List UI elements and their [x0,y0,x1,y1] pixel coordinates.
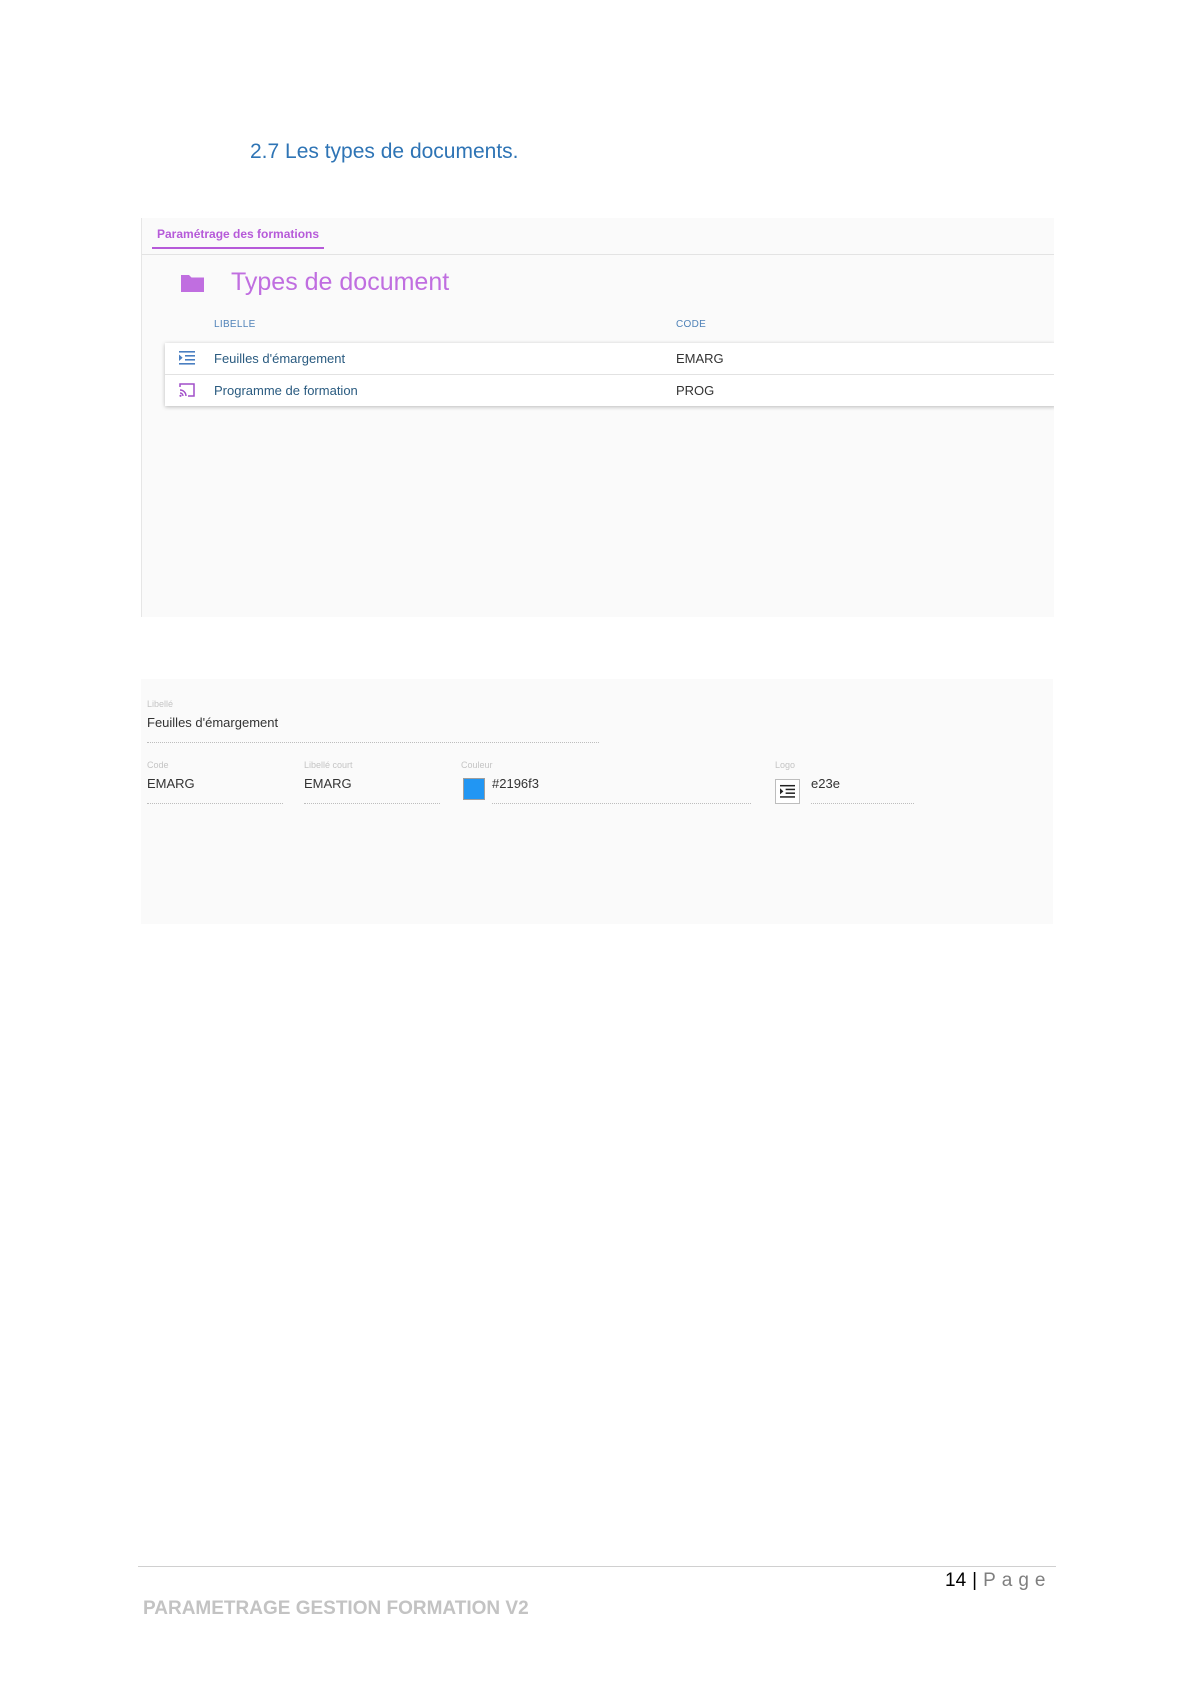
row-label: Feuilles d'émargement [214,351,346,366]
page-number-value: 14 [945,1570,967,1591]
page-separator: | [972,1570,978,1591]
logo-underline [811,803,914,804]
format-indent-icon [780,784,795,798]
code-underline [147,803,283,804]
column-header-libelle[interactable]: LIBELLE [214,319,256,330]
libelle-court-input[interactable] [304,776,440,791]
footer-divider [138,1566,1056,1567]
libelle-underline [147,742,599,743]
page-word: Page [983,1570,1052,1591]
cast-icon [179,383,195,397]
libelle-court-label: Libellé court [304,760,353,770]
table-row[interactable]: Feuilles d'émargement EMARG [165,343,1054,375]
logo-label: Logo [775,760,796,770]
libelle-court-underline [304,803,440,804]
row-label: Programme de formation [214,383,358,398]
footer-document-title: PARAMETRAGE GESTION FORMATION V2 [143,1598,529,1619]
document-type-form: Libellé Code Libellé court Couleur Logo [141,679,1053,924]
row-code: PROG [676,383,715,398]
code-label: Code [147,760,169,770]
logo-preview[interactable] [775,779,800,804]
column-header-code[interactable]: CODE [676,319,706,330]
table-row[interactable]: Programme de formation PROG [165,375,1054,406]
document-types-table: Feuilles d'émargement EMARG Programme de… [165,343,1054,406]
format-indent-icon [179,351,195,365]
section-heading: 2.7 Les types de documents. [250,140,519,163]
libelle-label: Libellé [147,699,174,709]
couleur-label: Couleur [461,760,493,770]
tab-bar: Paramétrage des formations [142,218,1054,255]
document-types-panel: Paramétrage des formations Types de docu… [141,218,1054,617]
libelle-input[interactable] [147,715,599,730]
page-number: 14 | Page [945,1570,1051,1592]
tab-parametrage-formations[interactable]: Paramétrage des formations [152,227,325,249]
couleur-input[interactable] [492,776,751,791]
row-code: EMARG [676,351,724,366]
folder-icon [181,275,204,292]
code-input[interactable] [147,776,283,791]
logo-input[interactable] [811,776,914,791]
couleur-underline [492,803,751,804]
color-swatch[interactable] [463,778,485,800]
page-title: Types de document [231,268,450,296]
